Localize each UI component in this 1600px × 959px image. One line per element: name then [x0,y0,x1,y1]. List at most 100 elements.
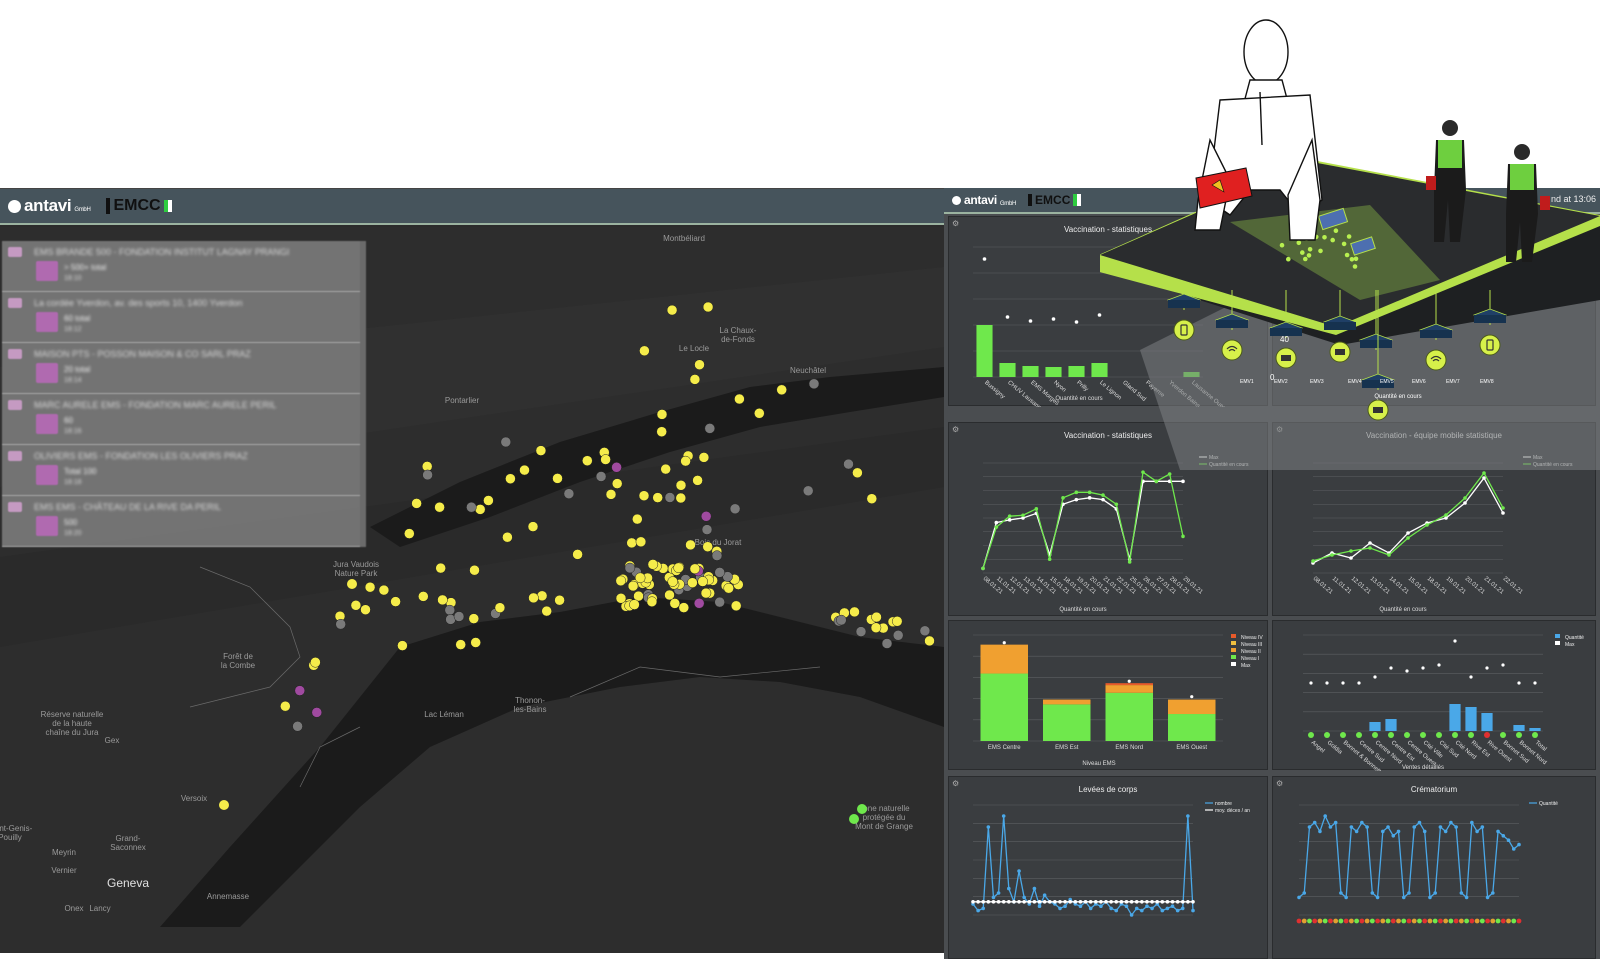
status-dot[interactable] [1427,918,1433,924]
data-point[interactable] [1109,900,1113,904]
data-point[interactable] [1061,496,1065,500]
max-marker[interactable] [1373,675,1377,679]
bar[interactable] [1513,725,1525,731]
max-marker[interactable] [1028,319,1033,323]
bar[interactable] [1465,707,1477,731]
map-marker[interactable] [638,490,650,501]
data-point[interactable] [1007,886,1011,891]
data-point[interactable] [1087,496,1092,500]
bar[interactable] [1529,728,1541,731]
status-dot[interactable] [1495,918,1501,924]
status-dot[interactable] [1516,918,1522,924]
data-point[interactable] [1333,820,1338,825]
data-point[interactable] [1088,906,1093,911]
max-marker[interactable] [1190,695,1194,699]
edit-icon[interactable] [36,363,58,383]
status-dot[interactable] [1506,918,1511,924]
status-dot[interactable] [1432,918,1438,924]
data-point[interactable] [1191,900,1195,904]
bar[interactable] [999,363,1016,377]
data-point[interactable] [1449,820,1453,825]
status-dot[interactable] [1324,732,1330,738]
data-point[interactable] [981,566,985,571]
data-point[interactable] [994,525,999,529]
data-point[interactable] [1073,900,1078,904]
map-marker[interactable] [687,577,698,588]
stack-segment[interactable] [1105,685,1154,693]
data-point[interactable] [1307,825,1312,829]
data-point[interactable] [1037,904,1042,908]
data-point[interactable] [1167,472,1172,476]
map-marker[interactable] [453,611,465,622]
map-marker[interactable] [673,562,684,574]
data-point[interactable] [1175,908,1180,913]
status-dot[interactable] [1359,918,1365,924]
map-marker[interactable] [632,513,643,525]
data-point[interactable] [1007,514,1012,518]
map-marker[interactable] [694,359,705,370]
data-point[interactable] [1104,900,1108,904]
map-marker[interactable] [219,800,229,810]
data-point[interactable] [1375,895,1380,900]
data-point[interactable] [1318,829,1322,834]
status-dot[interactable] [1532,732,1538,738]
map-marker[interactable] [347,579,357,589]
data-point[interactable] [1328,825,1333,829]
data-point[interactable] [1444,513,1448,517]
edit-icon[interactable] [36,261,58,281]
data-point[interactable] [1063,900,1067,904]
max-marker[interactable] [1341,681,1345,685]
status-dot[interactable] [1343,918,1349,924]
data-point[interactable] [1482,476,1486,480]
status-dot[interactable] [1404,732,1410,738]
max-marker[interactable] [1325,681,1329,685]
data-point[interactable] [1160,900,1165,904]
map-marker[interactable] [697,576,708,587]
map-marker[interactable] [664,492,676,503]
data-point[interactable] [1496,829,1500,834]
map-marker[interactable] [527,521,539,532]
max-marker[interactable] [1002,641,1006,645]
map-marker[interactable] [849,814,859,824]
data-point[interactable] [1012,900,1016,904]
bar[interactable] [1045,367,1062,377]
data-point[interactable] [1480,825,1485,829]
map-marker[interactable] [698,452,710,463]
data-point[interactable] [1063,904,1067,908]
data-point[interactable] [1017,900,1021,904]
max-marker[interactable] [1485,666,1489,670]
status-dot[interactable] [1328,918,1333,924]
data-point[interactable] [1058,900,1062,904]
bar[interactable] [1385,719,1397,731]
data-point[interactable] [1165,900,1170,904]
status-dot[interactable] [1474,918,1480,924]
incident-list-item[interactable]: MARC AURELE EMS - FONDATION MARC AURELE … [2,394,366,445]
status-dot[interactable] [1458,918,1464,924]
stack-segment[interactable] [1168,699,1216,715]
map-marker[interactable] [444,604,456,616]
data-point[interactable] [1181,534,1185,539]
status-dot[interactable] [1396,918,1401,924]
map-marker[interactable] [466,501,477,513]
data-point[interactable] [1412,825,1417,829]
map-marker[interactable] [808,378,820,390]
data-point[interactable] [1145,900,1149,904]
map-marker[interactable] [615,593,627,604]
data-point[interactable] [1368,541,1372,545]
max-marker[interactable] [1437,663,1441,667]
map-marker[interactable] [536,590,548,602]
data-point[interactable] [1365,825,1369,829]
map-marker[interactable] [711,550,723,561]
status-dot[interactable] [1317,918,1323,924]
data-point[interactable] [1344,895,1348,900]
data-point[interactable] [1381,829,1385,834]
map-marker[interactable] [626,537,637,549]
status-dot[interactable] [1401,918,1407,924]
map-marker[interactable] [600,454,611,465]
incident-list-item[interactable]: MAISON PTS - POSSON MAISON & CO SARL PRA… [2,343,366,394]
data-point[interactable] [1124,900,1129,904]
data-point[interactable] [1368,546,1372,550]
status-dot[interactable] [1443,918,1449,924]
max-marker[interactable] [1005,315,1010,319]
map-marker[interactable] [866,493,878,504]
